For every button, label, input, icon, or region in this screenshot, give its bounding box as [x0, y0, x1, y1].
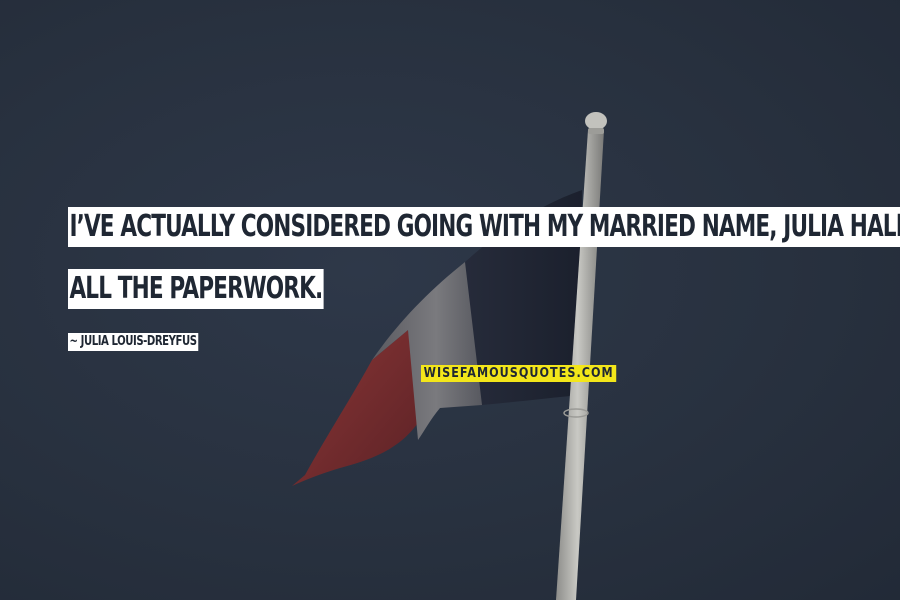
- flag-red-stripe: [292, 330, 420, 486]
- quote-card: I’ve actually considered going with my m…: [0, 0, 900, 600]
- quote-text: I’ve actually considered going with my m…: [68, 207, 900, 331]
- watermark-label: WISEFAMOUSQUOTES.COM: [421, 365, 617, 382]
- quote-author: ~ Julia Louis-Dreyfus: [68, 333, 199, 351]
- quote-line-1: I’ve actually considered going with my m…: [68, 207, 900, 247]
- quote-line-2: all the paperwork.: [68, 269, 324, 309]
